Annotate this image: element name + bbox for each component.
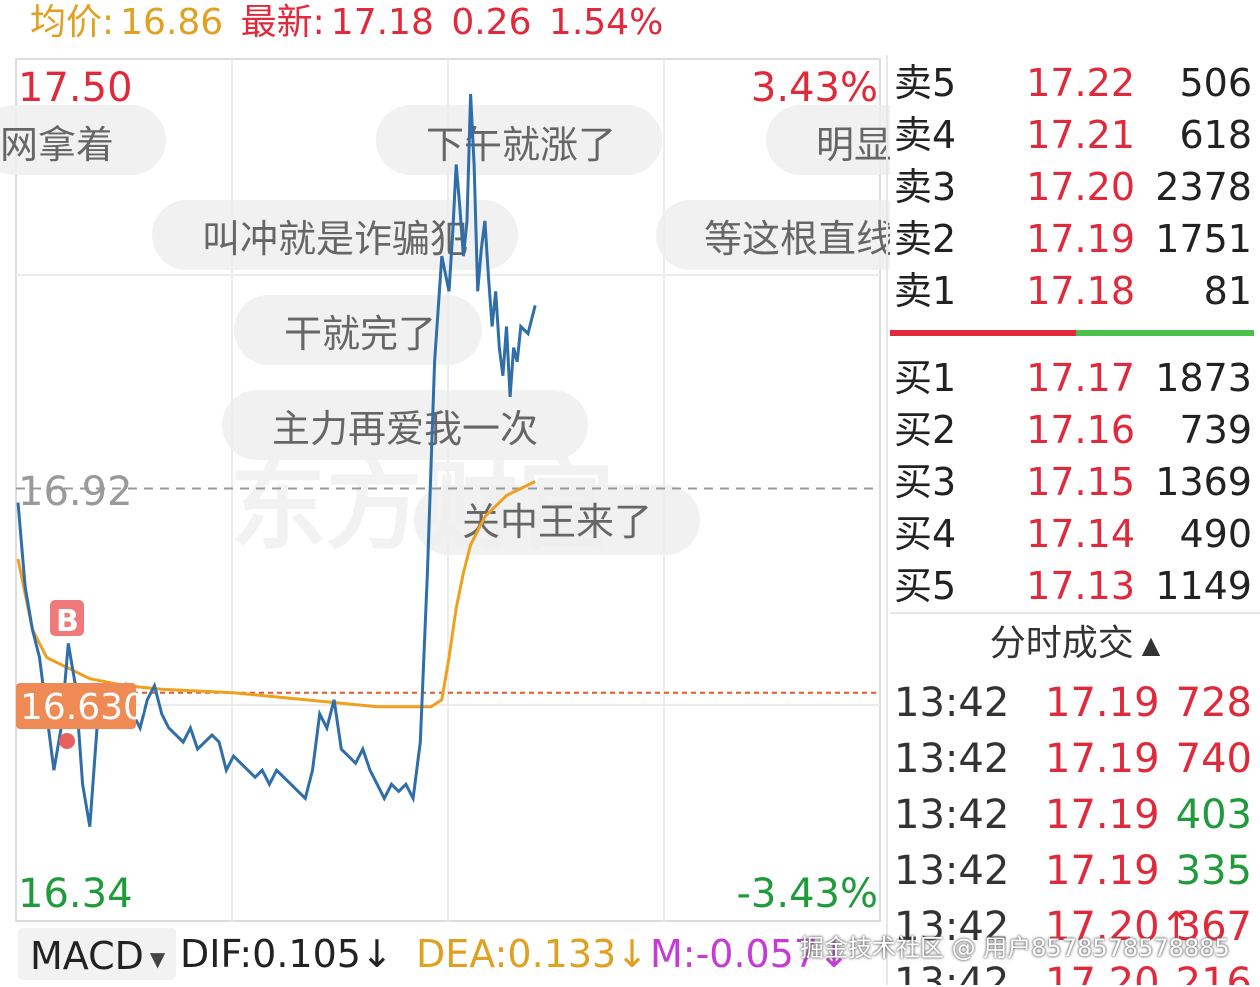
ask-row[interactable]: 卖3 17.20 2378 (890, 161, 1260, 213)
bid-volume: 1369 (1155, 460, 1252, 504)
trade-volume: 403 (1175, 792, 1252, 838)
avg-price-label: 均价: (30, 2, 115, 43)
danmaku-bubble: 下午就涨了 (426, 123, 616, 167)
quote-summary-bar: 均价: 16.86 最新: 17.18 0.26 1.54% (30, 0, 930, 50)
buy-ratio-fill (1075, 330, 1254, 336)
trade-time: 13:42 (894, 680, 1010, 726)
danmaku-bubble: 关中王来了 (462, 500, 652, 544)
pct-bottom-label: -3.43% (736, 871, 878, 917)
bid-label: 买4 (894, 512, 957, 556)
ask-volume: 81 (1203, 269, 1252, 313)
trade-price: 17.19 (1045, 848, 1160, 894)
bid-label: 买3 (894, 460, 957, 504)
trade-row: 13:42 17.19 403 (890, 787, 1260, 843)
bid-price: 17.15 (1026, 460, 1135, 504)
prev-close-label: 16.92 (18, 469, 133, 515)
danmaku-bubble: 叫冲就是诈骗犯 (202, 217, 468, 261)
latest-price-label: 最新: (240, 2, 325, 43)
trade-time: 13:42 (894, 848, 1010, 894)
bid-label: 买1 (894, 356, 957, 400)
trade-row: 13:42 17.19 335 (890, 843, 1260, 899)
buy-sell-ratio-bar (890, 330, 1254, 336)
ask-volume: 506 (1179, 61, 1252, 105)
trade-volume: 728 (1175, 680, 1252, 726)
triangle-up-icon: ▲ (1141, 631, 1161, 659)
community-watermark: 掘金技术社区 @ 用户8578578578885 (800, 934, 1230, 962)
latest-price-value: 17.18 (330, 2, 434, 43)
trade-volume: 740 (1175, 736, 1252, 782)
macd-dif: DIF:0.105↓ (180, 932, 393, 976)
ask-label: 卖3 (894, 165, 957, 209)
buy-marker: B (56, 604, 79, 639)
ask-price: 17.18 (1026, 269, 1135, 313)
caret-down-icon: ▼ (149, 946, 166, 971)
bid-price: 17.13 (1026, 564, 1135, 608)
ask-label: 卖1 (894, 269, 957, 313)
trades-header-label: 分时成交 (989, 623, 1134, 664)
bid-row[interactable]: 买2 17.16 739 (890, 404, 1260, 456)
bid-label: 买2 (894, 408, 957, 452)
danmaku-bubble: 等这根直线 (704, 217, 890, 261)
sell-ratio-fill (890, 330, 1076, 336)
bid-price: 17.16 (1026, 408, 1135, 452)
trade-time: 13:42 (894, 792, 1010, 838)
trade-price: 17.19 (1045, 736, 1160, 782)
panel-divider (886, 55, 888, 985)
trade-row: 13:42 17.19 728 (890, 675, 1260, 731)
bid-label: 买5 (894, 564, 957, 608)
ask-price: 17.19 (1026, 217, 1135, 261)
trade-volume: 335 (1175, 848, 1252, 894)
danmaku-bubble: 网拿着 (0, 123, 114, 167)
ask-volume: 2378 (1155, 165, 1252, 209)
danmaku-bubble: 明显 (816, 123, 890, 167)
trade-price: 17.19 (1045, 792, 1160, 838)
indicator-selector[interactable]: MACD ▼ (18, 928, 176, 980)
bid-price: 17.14 (1026, 512, 1135, 556)
y-axis-bottom-label: 16.34 (18, 871, 133, 917)
ask-row[interactable]: 卖4 17.21 618 (890, 109, 1260, 161)
danmaku-bubble: 干就完了 (284, 312, 436, 356)
bid-volume: 1873 (1155, 356, 1252, 400)
price-change-pct: 1.54% (548, 2, 664, 43)
ask-volume: 1751 (1155, 217, 1252, 261)
trades-header-toggle[interactable]: 分时成交 ▲ (890, 615, 1260, 673)
ask-volume: 618 (1179, 113, 1252, 157)
bid-volume: 490 (1179, 512, 1252, 556)
ask-row[interactable]: 卖5 17.22 506 (890, 57, 1260, 109)
bid-row[interactable]: 买4 17.14 490 (890, 508, 1260, 560)
y-axis-top-label: 17.50 (18, 65, 133, 111)
bid-price: 17.17 (1026, 356, 1135, 400)
buy-marker-dot (59, 733, 75, 749)
pct-top-label: 3.43% (751, 65, 878, 111)
trade-time: 13:42 (894, 736, 1010, 782)
ask-label: 卖5 (894, 61, 957, 105)
bid-row[interactable]: 买1 17.17 1873 (890, 352, 1260, 404)
bid-volume: 1149 (1155, 564, 1252, 608)
ask-label: 卖4 (894, 113, 957, 157)
order-book-bids: 买1 17.17 1873 买2 17.16 739 买3 17.15 1369 买4 17.… (890, 352, 1260, 612)
ask-price: 17.21 (1026, 113, 1135, 157)
bid-row[interactable]: 买3 17.15 1369 (890, 456, 1260, 508)
ask-price: 17.22 (1026, 61, 1135, 105)
marker-price-tag: 16.630 (20, 687, 146, 728)
avg-price-value: 16.86 (120, 2, 224, 43)
price-change: 0.26 (451, 2, 532, 43)
order-book-asks: 卖5 17.22 506 卖4 17.21 618 卖3 17.20 2378 卖2 17.1… (890, 57, 1260, 317)
danmaku-bubble: 主力再爱我一次 (272, 407, 538, 451)
ask-row[interactable]: 卖1 17.18 81 (890, 265, 1260, 317)
order-book-divider (890, 612, 1260, 614)
intraday-chart[interactable]: 东方财富 网拿着 下午就涨了 明显 叫冲就是诈骗犯 等这根直线 干就完了 主力再… (0, 55, 890, 925)
indicator-name: MACD (30, 934, 144, 978)
trade-row: 13:42 17.19 740 (890, 731, 1260, 787)
ask-price: 17.20 (1026, 165, 1135, 209)
ask-label: 卖2 (894, 217, 957, 261)
ask-row[interactable]: 卖2 17.19 1751 (890, 213, 1260, 265)
bid-volume: 739 (1179, 408, 1252, 452)
trade-price: 17.19 (1045, 680, 1160, 726)
indicator-row: MACD ▼ DIF:0.105↓ DEA:0.133↓ M:-0.057↓ (18, 926, 888, 982)
macd-dea: DEA:0.133↓ (416, 932, 649, 976)
bid-row[interactable]: 买5 17.13 1149 (890, 560, 1260, 612)
